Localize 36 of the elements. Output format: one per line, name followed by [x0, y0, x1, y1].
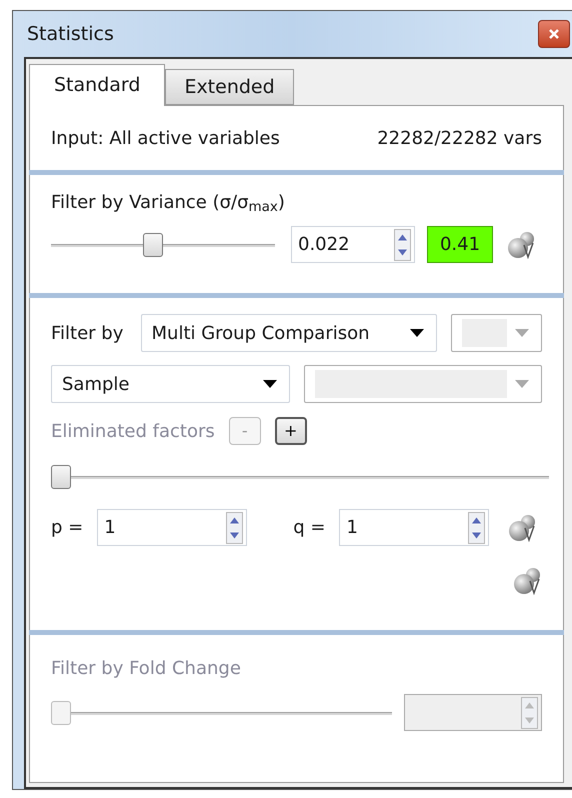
slider[interactable] — [51, 465, 549, 489]
caret-icon — [262, 380, 277, 388]
parameter-input[interactable]: 1 — [339, 509, 490, 546]
spin-arrows-icon[interactable] — [226, 512, 244, 544]
close-icon — [548, 28, 560, 40]
parameter-label: p = — [51, 516, 84, 540]
input-label: Input: All active variables — [51, 126, 280, 150]
spheres-icon[interactable] — [507, 512, 538, 542]
dropdown[interactable] — [304, 365, 542, 403]
window-title: Statistics — [26, 22, 115, 47]
fold-change-label: Filter by Fold Change — [51, 658, 241, 679]
caret-icon — [410, 329, 424, 337]
tab[interactable]: Extended — [165, 69, 294, 105]
caret-icon — [515, 380, 529, 388]
spheres-icon[interactable] — [512, 566, 542, 596]
variance-input[interactable]: 0.022 — [291, 226, 415, 263]
spin-arrows-icon[interactable] — [468, 512, 486, 544]
variance-label: Filter by Variance (σ/σ$_{max}$) — [51, 192, 285, 213]
eliminated-factors-label: Eliminated factors — [51, 420, 215, 444]
variable-count: 22282/22282 vars — [377, 126, 542, 150]
caret-icon — [515, 329, 529, 337]
dropdown[interactable] — [450, 314, 542, 352]
spin-arrows-icon[interactable] — [394, 228, 411, 260]
parameter-input[interactable]: 1 — [97, 509, 248, 546]
factor-button[interactable]: + — [274, 417, 307, 445]
parameter-label: q = — [293, 516, 326, 540]
fold-change-input[interactable] — [404, 694, 542, 731]
slider[interactable] — [51, 232, 275, 256]
filter-by-label: Filter by — [51, 322, 124, 346]
dropdown[interactable]: Multi Group Comparison — [140, 314, 437, 352]
spheres-icon[interactable] — [506, 230, 536, 260]
variance-result: 0.41 — [427, 226, 493, 263]
close-button[interactable] — [538, 20, 570, 48]
slider[interactable] — [51, 700, 392, 724]
dropdown[interactable]: Sample — [51, 365, 290, 403]
tab[interactable]: Standard — [29, 64, 166, 106]
